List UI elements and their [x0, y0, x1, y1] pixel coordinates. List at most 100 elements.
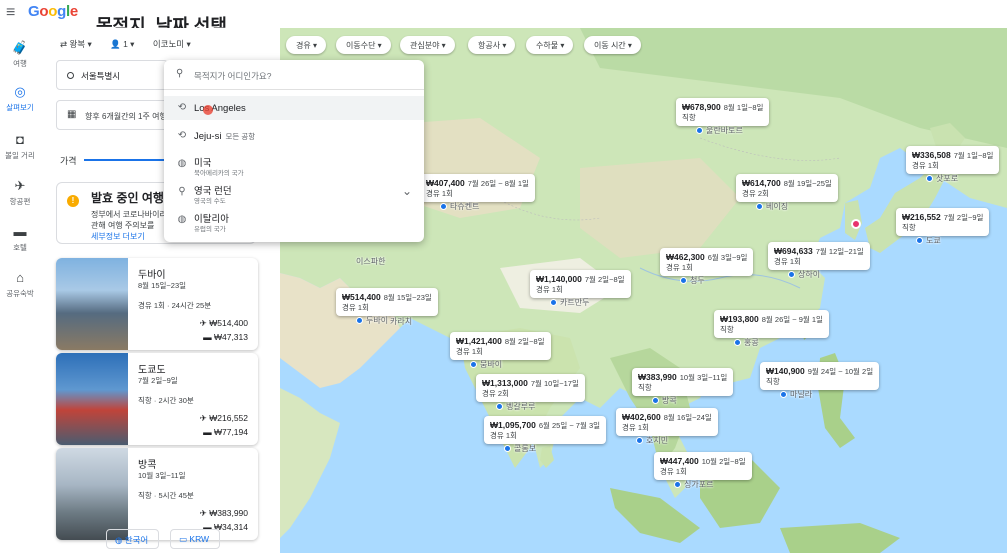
price-pin-line: ₩407,400 7월 26일 ~ 8월 1일	[426, 178, 529, 189]
city-dot-marker[interactable]	[652, 397, 659, 404]
price-pin[interactable]: ₩514,400 8월 15일~23일 경유 1회	[336, 288, 438, 316]
date-input[interactable]: ▦ 향후 6개월간의 1주 여행	[56, 100, 168, 130]
suggestion-item[interactable]: ◍ 미국 북아메리카의 국가	[164, 152, 424, 177]
suggestion-item[interactable]: ⚲ 영국 런던 영국의 수도 ⌄	[164, 180, 424, 205]
city-dot-marker[interactable]	[496, 403, 503, 410]
calendar-icon: ▦	[67, 109, 77, 120]
city-dot-marker[interactable]	[788, 271, 795, 278]
price-pin[interactable]: ₩140,900 9월 24일 ~ 10월 2일 직항	[760, 362, 880, 390]
city-dot-marker[interactable]	[636, 437, 643, 444]
price-pin-price: ₩447,400	[660, 456, 699, 466]
globe-icon: ◍	[177, 214, 187, 225]
city-dot-marker[interactable]	[674, 481, 681, 488]
price-pin-stops: 경유 1회	[666, 263, 693, 272]
hotel-icon: ▬	[203, 427, 214, 437]
trip-type-select[interactable]: ⇄ 왕복 ▾	[60, 39, 92, 49]
city-dot-marker[interactable]	[356, 317, 363, 324]
city-label: 상하이	[798, 270, 821, 279]
menu-icon[interactable]: ≡	[6, 4, 15, 22]
rail-item-flight[interactable]: ✈ 항공편	[0, 178, 40, 207]
price-pin[interactable]: ₩462,300 6월 3일~9일 경유 1회	[660, 248, 754, 276]
price-pin[interactable]: ₩447,400 10월 2일~8일 경유 1회	[654, 452, 752, 480]
hotel-icon: ▬	[13, 224, 27, 239]
price-pin-stops: 경유 1회	[660, 467, 687, 476]
price-pin[interactable]: ₩1,140,000 7월 2일~8일 경유 1회	[530, 270, 631, 298]
destination-card[interactable]: 방콕 10월 3일~11일 직항 · 5시간 45분 ✈ ₩383,990 ▬ ₩34,…	[56, 448, 258, 540]
google-logo[interactable]: Google	[28, 3, 78, 20]
city-dot-marker[interactable]	[780, 391, 787, 398]
city-dot-marker[interactable]	[470, 361, 477, 368]
rail-item-explore[interactable]: ◎ 살펴보기	[0, 84, 40, 113]
currency-button[interactable]: ▭ KRW	[170, 529, 221, 549]
price-pin[interactable]: ₩694,633 7월 12일~21일 경유 1회	[768, 242, 870, 270]
suggestion-item[interactable]: ◍ 이탈리아 유럽의 국가	[164, 208, 424, 233]
origin-input[interactable]: 서울특별시	[56, 60, 168, 90]
tab-price[interactable]: 가격	[60, 154, 77, 167]
city-dot-marker[interactable]	[734, 339, 741, 346]
destination-card[interactable]: 도쿄도 7월 2일~9일 직항 · 2시간 30분 ✈ ₩216,552 ▬ ₩77,1…	[56, 353, 258, 445]
filter-chip[interactable]: 이동수단 ▾	[336, 36, 391, 54]
price-pin-line: ₩383,990 10월 3일~11일	[638, 372, 727, 383]
passenger-select[interactable]: 👤 1 ▾	[110, 39, 134, 49]
price-pin[interactable]: ₩383,990 10월 3일~11일 직항	[632, 368, 734, 396]
flight-icon: ✈	[199, 508, 210, 518]
city-label: 베이징	[766, 202, 789, 211]
price-pin[interactable]: ₩402,600 8월 16일~24일 경유 1회	[616, 408, 718, 436]
price-pin-price: ₩407,400	[426, 178, 465, 188]
city-dot-marker[interactable]	[926, 175, 933, 182]
advisory-more-link[interactable]: 세부정보 더보기	[91, 231, 145, 242]
filter-chip[interactable]: 경유 ▾	[286, 36, 326, 54]
suggestion-item[interactable]: ⟲ Jeju-si 모든 공항	[164, 124, 424, 148]
city-dot-marker[interactable]	[756, 203, 763, 210]
price-pin-dates: 8월 15일~23일	[383, 293, 432, 302]
filter-chip[interactable]: 관심분야 ▾	[400, 36, 455, 54]
origin-value: 서울특별시	[81, 71, 121, 81]
price-pin-line: ₩1,421,400 8월 2일~8일	[456, 336, 545, 347]
city-dot-marker[interactable]	[440, 203, 447, 210]
price-pin-stops: 직항	[902, 223, 916, 232]
rail-item-luggage[interactable]: 🧳 여행	[0, 40, 40, 69]
city-label: 홍콩	[744, 338, 759, 347]
rail-item-camera[interactable]: ◘ 볼일 거리	[0, 132, 40, 161]
home-icon: ⌂	[16, 270, 24, 285]
destination-input[interactable]: ⚲ 목적지가 어디인가요?	[164, 60, 424, 90]
price-pin[interactable]: ₩1,095,700 6월 25일 ~ 7월 3일 경유 1회	[484, 416, 607, 444]
chevron-down-icon: ▾	[439, 41, 446, 50]
filter-chip[interactable]: 이동 시간 ▾	[584, 36, 641, 54]
filter-chip-label: 이동 시간	[594, 41, 626, 50]
destination-card[interactable]: 두바이 8월 15일~23일 경유 1회 · 24시간 25분 ✈ ₩514,400 ▬…	[56, 258, 258, 350]
filter-chip[interactable]: 항공사 ▾	[468, 36, 516, 54]
city-label: 뭄바이	[480, 360, 503, 369]
price-pin[interactable]: ₩1,313,000 7월 10일~17일 경유 2회	[476, 374, 585, 402]
language-button[interactable]: ◍ 한국어	[106, 529, 160, 549]
destination-photo	[56, 448, 128, 540]
city-dot-marker[interactable]	[696, 127, 703, 134]
price-pin[interactable]: ₩614,700 8월 19일~25일 경유 2회	[736, 174, 838, 202]
logo-letter: g	[57, 3, 66, 20]
rail-item-home[interactable]: ⌂ 공유숙박	[0, 270, 40, 299]
city-dot-marker[interactable]	[550, 299, 557, 306]
price-pin-stops: 경유 1회	[536, 285, 563, 294]
price-pin[interactable]: ₩216,552 7월 2일~9일 직항	[896, 208, 990, 236]
price-pin-dates: 8월 2일~8일	[504, 337, 545, 346]
price-pin[interactable]: ₩678,900 8월 1일~8일 직항	[676, 98, 770, 126]
language-label: 한국어	[124, 535, 149, 545]
price-pin-line: ₩402,600 8월 16일~24일	[622, 412, 712, 423]
filter-chip[interactable]: 수하물 ▾	[526, 36, 574, 54]
price-pin[interactable]: ₩193,800 8월 26일 ~ 9월 1일 직항	[714, 310, 829, 338]
cabin-select[interactable]: 이코노미 ▾	[153, 39, 191, 49]
rail-item-hotel[interactable]: ▬ 호텔	[0, 224, 40, 253]
city-dot-marker[interactable]	[680, 277, 687, 284]
price-pin[interactable]: ₩1,421,400 8월 2일~8일 경유 1회	[450, 332, 551, 360]
price-pin[interactable]: ₩336,508 7월 1일~8일 경유 1회	[906, 146, 1000, 174]
hotel-price-value: ₩77,194	[213, 427, 248, 437]
price-pin-line: ₩1,095,700 6월 25일 ~ 7월 3일	[490, 420, 600, 431]
price-pin-line: ₩216,552 7월 2일~9일	[902, 212, 983, 223]
city-dot-marker[interactable]	[504, 445, 511, 452]
city-dot-marker[interactable]	[916, 237, 923, 244]
rail-item-label: 공유숙박	[6, 289, 34, 298]
chevron-down-icon[interactable]: ⌄	[402, 184, 412, 198]
price-pin-dates: 6월 3일~9일	[707, 253, 748, 262]
suggestion-description: 영국의 수도	[194, 198, 226, 205]
price-pin[interactable]: ₩407,400 7월 26일 ~ 8월 1일 경유 1회	[420, 174, 535, 202]
